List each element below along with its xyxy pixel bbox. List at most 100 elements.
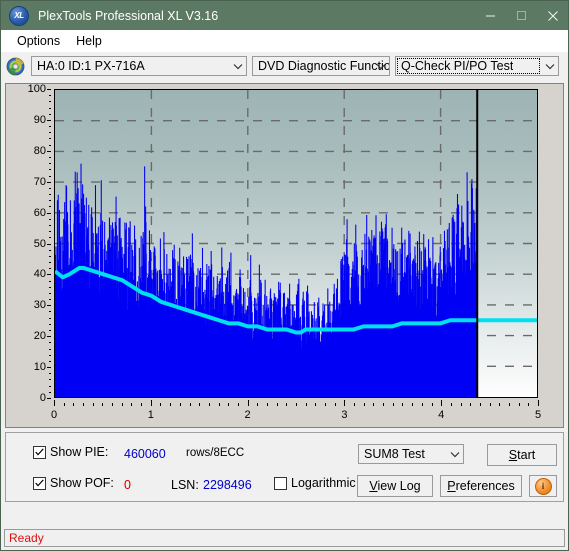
x-tick <box>150 400 152 406</box>
x-minor-tick <box>170 403 172 406</box>
y-minor-tick <box>49 280 51 282</box>
x-minor-tick <box>460 403 462 406</box>
y-tick-label: 60 <box>33 206 46 219</box>
show-pof-checkbox[interactable]: Show POF: <box>33 476 114 490</box>
y-minor-tick <box>49 175 51 177</box>
x-minor-tick <box>489 403 491 406</box>
controls-panel: Show PIE: 460060 rows/8ECC Show POF: 0 L… <box>5 432 564 502</box>
x-minor-tick <box>325 403 327 406</box>
x-tick-label: 3 <box>341 409 348 421</box>
plot-area <box>54 89 538 398</box>
y-tick <box>47 212 51 214</box>
test-select[interactable]: Q-Check PI/PO Test <box>395 56 559 76</box>
y-minor-tick <box>49 206 51 208</box>
y-minor-tick <box>49 360 51 362</box>
drive-select[interactable]: HA:0 ID:1 PX-716A <box>31 56 247 76</box>
x-tick <box>247 400 249 406</box>
y-minor-tick <box>49 107 51 109</box>
x-minor-tick <box>73 403 75 406</box>
y-minor-tick <box>49 163 51 165</box>
y-tick-label: 50 <box>33 237 46 250</box>
y-minor-tick <box>49 268 51 270</box>
y-minor-tick <box>49 255 51 257</box>
x-minor-tick <box>499 403 501 406</box>
y-minor-tick <box>49 218 51 220</box>
x-minor-tick <box>63 403 65 406</box>
x-minor-tick <box>315 403 317 406</box>
checkbox-box <box>33 445 46 459</box>
test-select-value: Q-Check PI/PO Test <box>401 59 514 73</box>
view-log-label-rest: iew Log <box>377 479 421 493</box>
x-minor-tick <box>402 403 404 406</box>
x-minor-tick <box>383 403 385 406</box>
close-icon[interactable] <box>537 1 568 30</box>
chart-panel: 0 10 20 30 40 50 60 70 80 90 100 0 1 2 3 4 5 <box>5 83 564 428</box>
y-axis: 0 10 20 30 40 50 60 70 80 90 100 <box>6 83 51 427</box>
y-minor-tick <box>49 231 51 233</box>
y-minor-tick <box>49 249 51 251</box>
info-button[interactable]: i <box>529 475 557 497</box>
pie-value: 460060 <box>124 447 166 461</box>
x-minor-tick <box>334 403 336 406</box>
y-minor-tick <box>49 354 51 356</box>
y-minor-tick <box>49 373 51 375</box>
y-minor-tick <box>49 200 51 202</box>
status-text: Ready <box>9 531 44 545</box>
y-tick-label: 20 <box>33 330 46 343</box>
chevron-down-icon <box>541 57 558 75</box>
preferences-label-rest: references <box>455 479 515 493</box>
x-tick <box>538 400 539 406</box>
y-minor-tick <box>49 385 51 387</box>
function-select-value: DVD Diagnostic Functions <box>258 59 389 73</box>
test-mode-select[interactable]: SUM8 Test <box>358 444 464 464</box>
x-minor-tick <box>179 403 181 406</box>
x-tick-label: 5 <box>534 409 542 421</box>
x-minor-tick <box>237 403 239 406</box>
x-tick-label: 1 <box>147 409 154 421</box>
y-tick-label: 10 <box>33 361 46 374</box>
start-button[interactable]: Start <box>487 444 557 466</box>
y-minor-tick <box>49 262 51 264</box>
preferences-button[interactable]: Preferences <box>440 475 522 497</box>
y-minor-tick <box>49 348 51 350</box>
logarithmic-checkbox[interactable]: Logarithmic <box>274 476 356 490</box>
y-minor-tick <box>49 144 51 146</box>
title-bar: XL PlexTools Professional XL V3.16 <box>1 1 568 30</box>
y-minor-tick <box>49 379 51 381</box>
y-tick-label: 30 <box>33 299 46 312</box>
view-log-button[interactable]: View Log <box>357 475 433 497</box>
x-minor-tick <box>121 403 123 406</box>
x-minor-tick <box>189 403 191 406</box>
info-icon: i <box>534 477 552 495</box>
x-minor-tick <box>92 403 94 406</box>
window-buttons <box>475 1 568 30</box>
y-tick-label: 0 <box>39 392 46 404</box>
x-minor-tick <box>479 403 481 406</box>
x-minor-tick <box>102 403 104 406</box>
y-minor-tick <box>49 126 51 128</box>
x-minor-tick <box>276 403 278 406</box>
x-minor-tick <box>83 403 85 406</box>
x-minor-tick <box>199 403 201 406</box>
y-minor-tick <box>49 311 51 313</box>
menu-item-help[interactable]: Help <box>68 32 110 50</box>
x-minor-tick <box>305 403 307 406</box>
function-select[interactable]: DVD Diagnostic Functions <box>252 56 390 76</box>
chevron-down-icon <box>229 57 246 75</box>
y-minor-tick <box>49 95 51 97</box>
maximize-icon[interactable] <box>506 1 537 30</box>
x-minor-tick <box>160 403 162 406</box>
menu-item-options[interactable]: Options <box>9 32 68 50</box>
start-label-rest: tart <box>517 448 536 462</box>
x-tick <box>344 400 346 406</box>
selector-toolbar: HA:0 ID:1 PX-716A DVD Diagnostic Functio… <box>1 52 568 81</box>
y-tick <box>47 150 51 152</box>
y-minor-tick <box>49 156 51 158</box>
y-tick-label: 100 <box>27 83 46 95</box>
y-minor-tick <box>49 138 51 140</box>
minimize-icon[interactable] <box>475 1 506 30</box>
y-minor-tick <box>49 113 51 115</box>
show-pie-checkbox[interactable]: Show PIE: <box>33 445 108 459</box>
y-tick <box>47 89 51 90</box>
pof-value: 0 <box>124 478 131 492</box>
